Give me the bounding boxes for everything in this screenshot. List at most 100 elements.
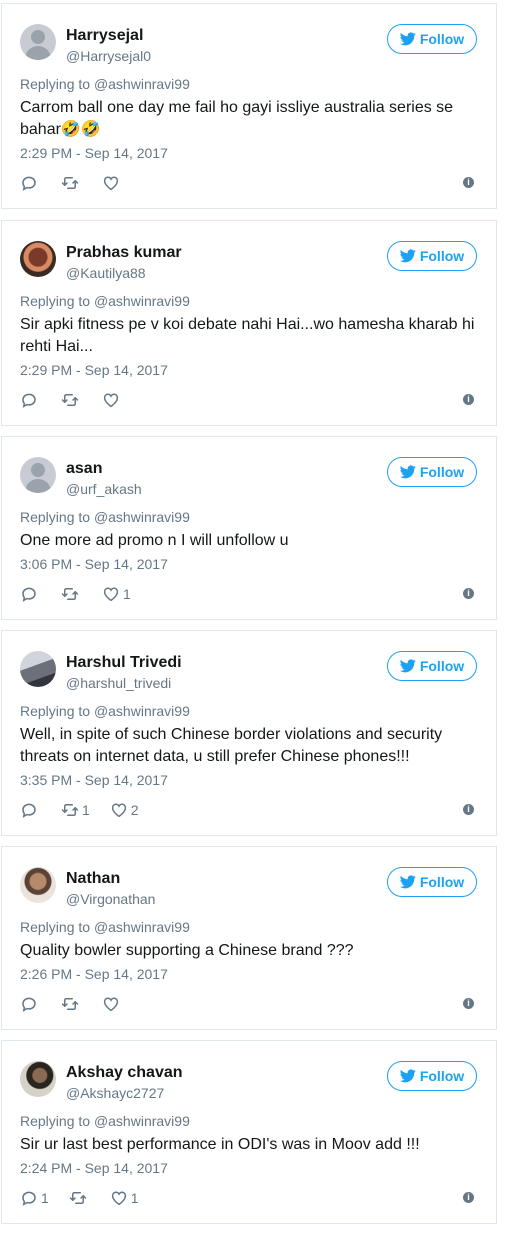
tweet-timestamp[interactable]: 2:26 PM - Sep 14, 2017 bbox=[20, 966, 168, 982]
reply-to-handle-link[interactable]: @ashwinravi99 bbox=[94, 509, 190, 525]
reply-icon bbox=[20, 174, 38, 192]
avatar[interactable] bbox=[20, 651, 56, 687]
heart-icon bbox=[110, 801, 128, 819]
like-button[interactable] bbox=[102, 174, 123, 192]
user-name[interactable]: Nathan bbox=[66, 870, 120, 888]
retweet-icon bbox=[61, 174, 79, 192]
avatar[interactable] bbox=[20, 867, 56, 903]
follow-button[interactable]: Follow bbox=[387, 241, 477, 271]
user-name[interactable]: Prabhas kumar bbox=[66, 244, 182, 262]
tweet-card[interactable]: Harrysejal @Harrysejal0 Follow Replying … bbox=[1, 3, 497, 209]
tweet-timestamp[interactable]: 2:24 PM - Sep 14, 2017 bbox=[20, 1160, 168, 1176]
retweet-button[interactable] bbox=[69, 1189, 90, 1207]
reply-button[interactable] bbox=[20, 801, 41, 819]
info-icon[interactable]: i bbox=[463, 1192, 474, 1203]
info-icon[interactable]: i bbox=[463, 177, 474, 188]
tweet-timestamp[interactable]: 2:29 PM - Sep 14, 2017 bbox=[20, 145, 168, 161]
reply-icon bbox=[20, 801, 38, 819]
tweet-text: One more ad promo n I will unfollow u bbox=[20, 532, 289, 549]
tweet-actions bbox=[20, 173, 143, 193]
reply-button[interactable]: 1 bbox=[20, 1189, 49, 1207]
tweet-text: Sir apki fitness pe v koi debate nahi Ha… bbox=[20, 316, 475, 355]
info-icon[interactable]: i bbox=[463, 998, 474, 1009]
replying-to: Replying to @ashwinravi99 bbox=[20, 509, 190, 525]
tweet-text: Carrom ball one day me fail ho gayi issl… bbox=[20, 99, 454, 138]
tweet-timestamp[interactable]: 2:29 PM - Sep 14, 2017 bbox=[20, 362, 168, 378]
user-handle[interactable]: @harshul_trivedi bbox=[66, 675, 171, 691]
follow-label: Follow bbox=[419, 658, 465, 674]
heart-icon bbox=[102, 585, 120, 603]
info-icon[interactable]: i bbox=[463, 804, 474, 815]
reply-button[interactable] bbox=[20, 585, 41, 603]
tweet-card[interactable]: Harshul Trivedi @harshul_trivedi Follow … bbox=[1, 630, 497, 836]
retweet-icon bbox=[61, 801, 79, 819]
twitter-bird-icon bbox=[399, 659, 416, 673]
tweet-actions: 1 bbox=[20, 584, 151, 604]
tweet-card[interactable]: Prabhas kumar @Kautilya88 Follow Replyin… bbox=[1, 220, 497, 426]
replying-prefix: Replying to bbox=[20, 293, 91, 309]
tweet-timestamp[interactable]: 3:06 PM - Sep 14, 2017 bbox=[20, 556, 168, 572]
user-handle[interactable]: @Kautilya88 bbox=[66, 265, 146, 281]
replying-to: Replying to @ashwinravi99 bbox=[20, 76, 190, 92]
reply-icon bbox=[20, 585, 38, 603]
reply-to-handle-link[interactable]: @ashwinravi99 bbox=[94, 293, 190, 309]
reply-button[interactable] bbox=[20, 391, 41, 409]
user-name[interactable]: Akshay chavan bbox=[66, 1064, 183, 1082]
like-button[interactable]: 1 bbox=[102, 585, 131, 603]
user-handle[interactable]: @urf_akash bbox=[66, 481, 142, 497]
heart-icon bbox=[102, 995, 120, 1013]
user-handle[interactable]: @Virgonathan bbox=[66, 891, 155, 907]
retweet-button[interactable]: 1 bbox=[61, 801, 90, 819]
user-handle[interactable]: @Harrysejal0 bbox=[66, 48, 151, 64]
like-count: 1 bbox=[123, 586, 131, 602]
tweet-card[interactable]: Nathan @Virgonathan Follow Replying to @… bbox=[1, 846, 497, 1030]
avatar[interactable] bbox=[20, 457, 56, 493]
reply-to-handle-link[interactable]: @ashwinravi99 bbox=[94, 1113, 190, 1129]
like-button[interactable] bbox=[102, 391, 123, 409]
retweet-button[interactable] bbox=[61, 995, 82, 1013]
follow-button[interactable]: Follow bbox=[387, 457, 477, 487]
follow-button[interactable]: Follow bbox=[387, 867, 477, 897]
reply-button[interactable] bbox=[20, 995, 41, 1013]
follow-label: Follow bbox=[419, 31, 465, 47]
reply-button[interactable] bbox=[20, 174, 41, 192]
like-count: 1 bbox=[130, 1190, 139, 1206]
user-name[interactable]: Harshul Trivedi bbox=[66, 654, 182, 672]
twitter-bird-icon bbox=[399, 875, 416, 889]
info-icon[interactable]: i bbox=[463, 588, 474, 599]
retweet-icon bbox=[61, 995, 79, 1013]
replying-prefix: Replying to bbox=[20, 509, 91, 525]
user-name[interactable]: Harrysejal bbox=[66, 27, 143, 45]
reply-icon bbox=[20, 1189, 38, 1207]
user-name[interactable]: asan bbox=[66, 460, 102, 478]
tweet-actions bbox=[20, 390, 143, 410]
replying-prefix: Replying to bbox=[20, 703, 91, 719]
heart-icon bbox=[110, 1189, 128, 1207]
reply-to-handle-link[interactable]: @ashwinravi99 bbox=[94, 919, 190, 935]
like-button[interactable] bbox=[102, 995, 123, 1013]
like-button[interactable]: 1 bbox=[110, 1189, 139, 1207]
info-icon[interactable]: i bbox=[463, 394, 474, 405]
follow-label: Follow bbox=[419, 874, 465, 890]
user-handle[interactable]: @Akshayc2727 bbox=[66, 1085, 164, 1101]
tweet-timestamp[interactable]: 3:35 PM - Sep 14, 2017 bbox=[20, 772, 168, 788]
avatar[interactable] bbox=[20, 1061, 56, 1097]
follow-button[interactable]: Follow bbox=[387, 24, 477, 54]
retweet-button[interactable] bbox=[61, 391, 82, 409]
reply-to-handle-link[interactable]: @ashwinravi99 bbox=[94, 703, 190, 719]
like-button[interactable]: 2 bbox=[110, 801, 139, 819]
tweet-actions: 1 1 bbox=[20, 1188, 159, 1208]
tweet-text: Quality bowler supporting a Chinese bran… bbox=[20, 942, 354, 959]
replying-prefix: Replying to bbox=[20, 76, 91, 92]
avatar[interactable] bbox=[20, 24, 56, 60]
tweet-card[interactable]: asan @urf_akash Follow Replying to @ashw… bbox=[1, 436, 497, 620]
retweet-button[interactable] bbox=[61, 585, 82, 603]
reply-to-handle-link[interactable]: @ashwinravi99 bbox=[94, 76, 190, 92]
follow-button[interactable]: Follow bbox=[387, 1061, 477, 1091]
twitter-bird-icon bbox=[399, 249, 416, 263]
heart-icon bbox=[102, 174, 120, 192]
avatar[interactable] bbox=[20, 241, 56, 277]
follow-button[interactable]: Follow bbox=[387, 651, 477, 681]
tweet-card[interactable]: Akshay chavan @Akshayc2727 Follow Replyi… bbox=[1, 1040, 497, 1224]
retweet-button[interactable] bbox=[61, 174, 82, 192]
